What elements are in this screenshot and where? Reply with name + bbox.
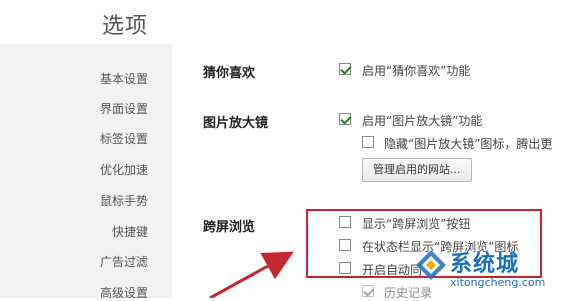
annotation-arrow	[209, 251, 294, 298]
